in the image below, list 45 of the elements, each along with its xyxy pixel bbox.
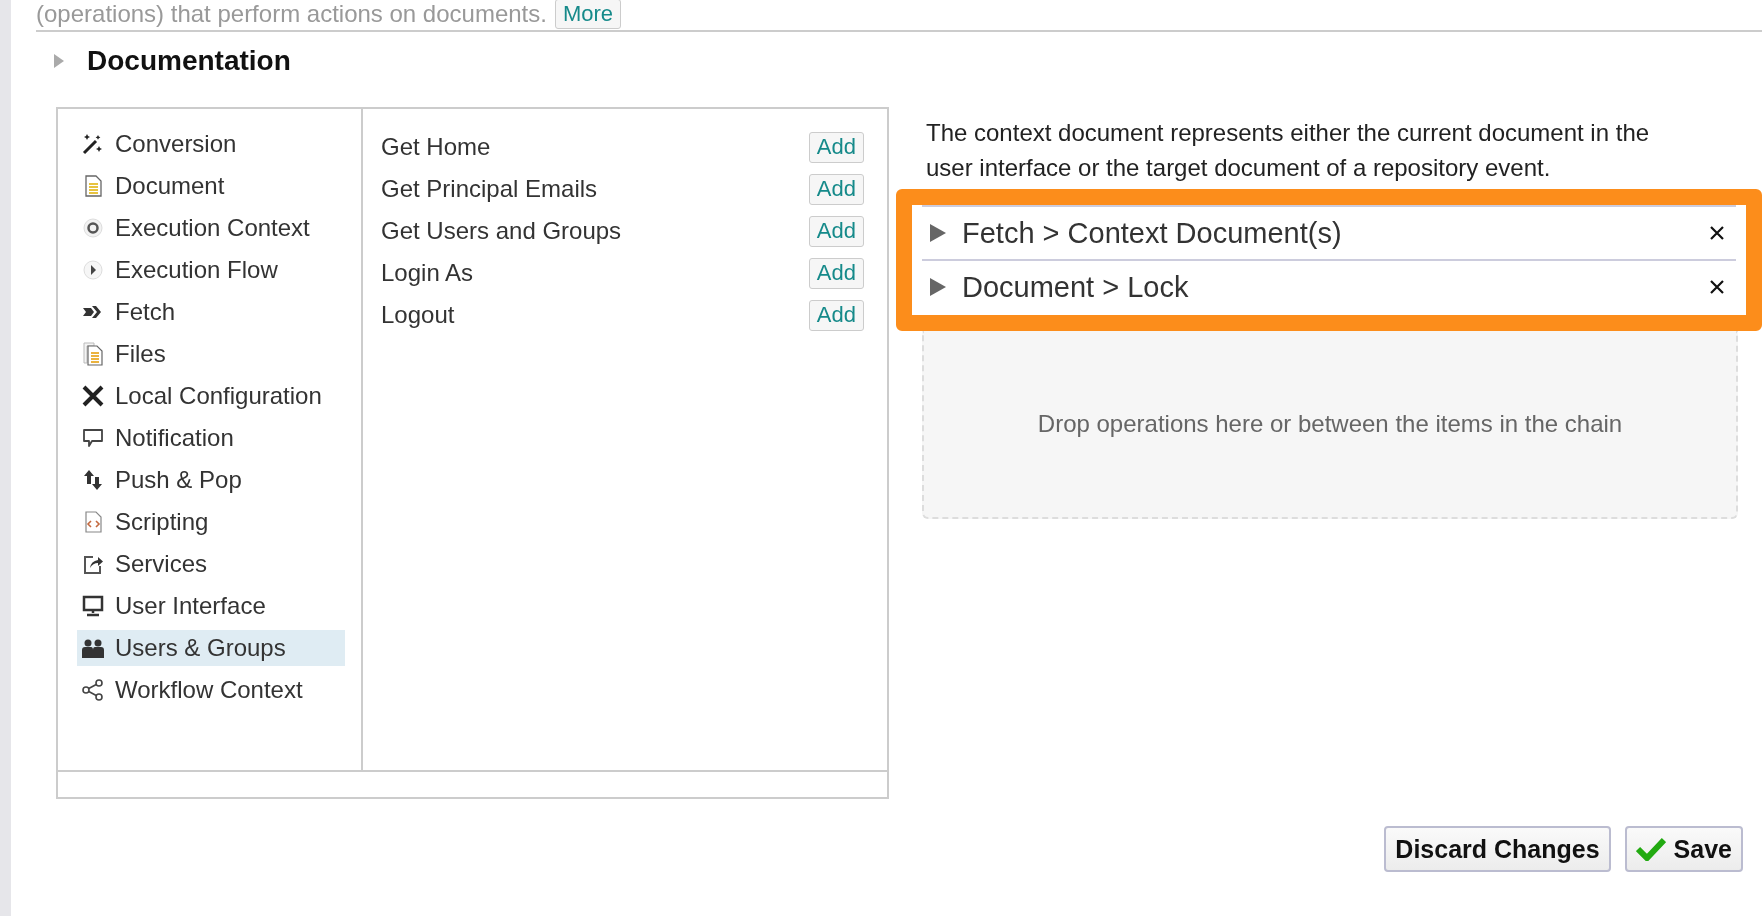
files-icon bbox=[81, 342, 105, 366]
speech-bubble-icon bbox=[81, 426, 105, 450]
close-icon[interactable] bbox=[1710, 280, 1724, 294]
add-button[interactable]: Add bbox=[808, 215, 864, 247]
add-button[interactable]: Add bbox=[808, 131, 864, 163]
operation-name: Get Users and Groups bbox=[381, 217, 622, 245]
category-item[interactable]: Users & Groups bbox=[77, 630, 345, 666]
category-item[interactable]: Document bbox=[77, 168, 345, 204]
operation-name: Logout bbox=[381, 301, 455, 329]
close-icon[interactable] bbox=[1710, 226, 1724, 240]
category-item[interactable]: Execution Context bbox=[77, 210, 345, 246]
drop-hint: Drop operations here or between the items in the chain bbox=[1037, 410, 1623, 438]
description-text: (operations) that perform actions on documents. bbox=[36, 0, 547, 28]
section-title: Documentation bbox=[87, 45, 291, 77]
add-button[interactable]: Add bbox=[808, 173, 864, 205]
category-item[interactable]: Local Configuration bbox=[77, 378, 345, 414]
category-item[interactable]: Conversion bbox=[77, 126, 345, 162]
category-item[interactable]: Push & Pop bbox=[77, 462, 345, 498]
category-item[interactable]: Execution Flow bbox=[77, 252, 345, 288]
category-item[interactable]: Scripting bbox=[77, 504, 345, 540]
save-button[interactable]: Save bbox=[1624, 826, 1743, 872]
expand-triangle-icon[interactable] bbox=[930, 224, 946, 242]
add-button[interactable]: Add bbox=[808, 257, 864, 289]
gear-icon bbox=[81, 216, 105, 240]
category-item[interactable]: Services bbox=[77, 546, 345, 582]
category-item[interactable]: Fetch bbox=[77, 294, 345, 330]
category-item[interactable]: Notification bbox=[77, 420, 345, 456]
category-item[interactable]: Workflow Context bbox=[77, 672, 345, 708]
chain-item[interactable]: Document > Lock bbox=[962, 270, 1694, 304]
expand-triangle-icon[interactable] bbox=[930, 278, 946, 296]
play-icon bbox=[81, 258, 105, 282]
context-description: The context document represents either the current document in the user interface or the target document of a repository event. bbox=[926, 118, 1651, 183]
monitor-icon bbox=[81, 594, 105, 618]
discard-button[interactable]: Discard Changes bbox=[1384, 826, 1611, 872]
operation-name: Get Home bbox=[381, 133, 491, 161]
more-link[interactable]: More bbox=[554, 0, 622, 29]
operation-name: Login As bbox=[381, 259, 474, 287]
add-button[interactable]: Add bbox=[808, 299, 864, 331]
nodes-icon bbox=[81, 678, 105, 702]
category-item[interactable]: Files bbox=[77, 336, 345, 372]
chain-item[interactable]: Fetch > Context Document(s) bbox=[962, 216, 1694, 250]
checkmark-icon bbox=[1635, 837, 1666, 861]
category-item[interactable]: User Interface bbox=[77, 588, 345, 624]
operation-name: Get Principal Emails bbox=[381, 175, 598, 203]
up-down-arrows-icon bbox=[81, 468, 105, 492]
